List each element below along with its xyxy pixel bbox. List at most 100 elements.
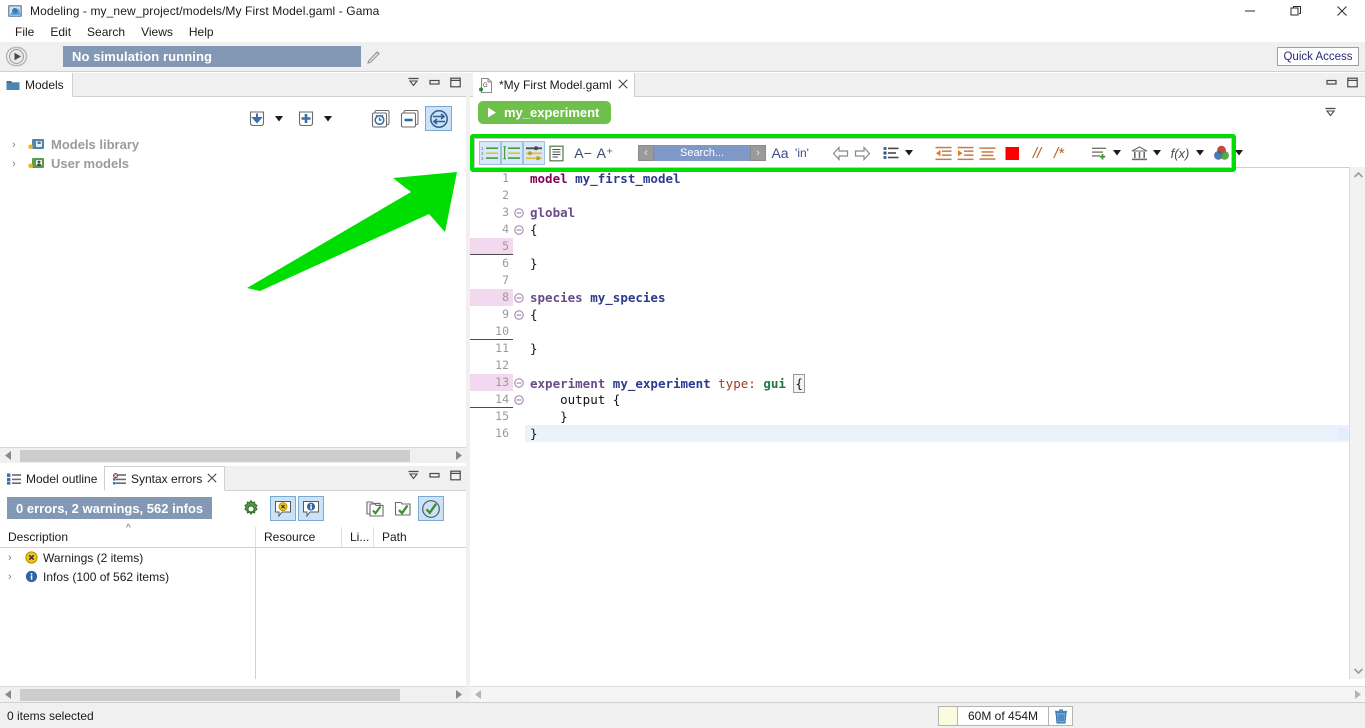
- tab-my-first-model[interactable]: G *My First Model.gaml: [473, 73, 635, 97]
- minimize-icon[interactable]: [1227, 0, 1273, 22]
- folder-check-icon[interactable]: [390, 496, 416, 521]
- close-tab-icon[interactable]: [618, 78, 628, 92]
- code-line[interactable]: {: [525, 221, 1365, 238]
- problems-hscroll-track[interactable]: [16, 687, 450, 703]
- ordered-list-icon[interactable]: [501, 141, 523, 165]
- collapse-icon[interactable]: [1324, 106, 1337, 124]
- code-line[interactable]: [525, 357, 1365, 374]
- fold-toggle-icon[interactable]: [513, 306, 525, 323]
- code-editor[interactable]: 1 2 3 4 5 6 7 8 9 10 11 12 13 14 15 16 model my_first_m…: [470, 167, 1365, 679]
- maximize-view-icon[interactable]: [449, 76, 462, 89]
- problems-hscroll-thumb[interactable]: [20, 688, 400, 701]
- scroll-left-icon[interactable]: [0, 448, 16, 464]
- arrow-left-outline-icon[interactable]: [829, 141, 851, 165]
- scroll-left-icon[interactable]: [470, 687, 486, 703]
- insert-builtin-caret-icon[interactable]: [1150, 141, 1163, 165]
- restore-view-icon[interactable]: [1325, 76, 1338, 89]
- fold-toggle-icon[interactable]: [513, 221, 525, 238]
- new-model-caret-icon[interactable]: [321, 106, 334, 131]
- restore-view-icon[interactable]: [428, 76, 441, 89]
- minimize-view-icon[interactable]: [407, 76, 420, 89]
- sync-arrows-icon[interactable]: [425, 106, 452, 131]
- add-lines-icon[interactable]: [1088, 141, 1110, 165]
- menu-edit[interactable]: Edit: [42, 24, 79, 40]
- minus-stack-icon[interactable]: [396, 106, 423, 131]
- insert-operator-caret-icon[interactable]: [1193, 141, 1206, 165]
- scroll-up-icon[interactable]: [1350, 167, 1365, 183]
- models-hscroll-track[interactable]: [16, 448, 450, 464]
- gear-icon[interactable]: [238, 496, 264, 521]
- arrow-right-outline-icon[interactable]: [851, 141, 873, 165]
- insert-statement-caret-icon[interactable]: [1110, 141, 1123, 165]
- fold-toggle-icon[interactable]: [513, 204, 525, 221]
- code-line[interactable]: global: [525, 204, 1365, 221]
- whole-word-icon[interactable]: 'in': [791, 141, 813, 165]
- indent-icon[interactable]: [954, 141, 976, 165]
- templates-caret-icon[interactable]: [902, 141, 915, 165]
- code-line[interactable]: model my_first_model: [525, 170, 1365, 187]
- font-decrease-icon[interactable]: A−: [572, 141, 594, 165]
- code-line[interactable]: output {: [525, 391, 1365, 408]
- code-line[interactable]: {: [525, 306, 1365, 323]
- insert-color-caret-icon[interactable]: [1232, 141, 1245, 165]
- search-next-button[interactable]: ›: [750, 145, 766, 161]
- scroll-left-icon[interactable]: [0, 687, 16, 703]
- column-header-resource[interactable]: Resource: [256, 527, 342, 547]
- code-line[interactable]: }: [525, 408, 1365, 425]
- numbered-list-icon[interactable]: 1 2 3: [479, 141, 501, 165]
- function-icon[interactable]: f(x): [1167, 141, 1193, 165]
- code-line[interactable]: [525, 238, 1365, 255]
- scroll-right-icon[interactable]: [1349, 687, 1365, 703]
- models-hscroll-thumb[interactable]: [20, 449, 410, 462]
- table-row[interactable]: › Warnings (2 items): [0, 548, 255, 567]
- code-line[interactable]: [525, 323, 1365, 340]
- editor-vscrollbar[interactable]: [1349, 167, 1365, 679]
- import-model-button[interactable]: [243, 106, 270, 131]
- editor-hscrollbar[interactable]: [470, 686, 1365, 702]
- new-model-button[interactable]: [292, 106, 319, 131]
- scroll-right-icon[interactable]: [450, 687, 466, 703]
- column-header-path[interactable]: Path: [374, 527, 466, 547]
- match-case-icon[interactable]: Aa: [769, 141, 791, 165]
- scroll-right-icon[interactable]: [450, 448, 466, 464]
- chevron-right-icon[interactable]: ›: [8, 571, 20, 583]
- maximize-view-icon[interactable]: [1346, 76, 1359, 89]
- close-icon[interactable]: [1319, 0, 1365, 22]
- problems-hscrollbar[interactable]: [0, 686, 466, 702]
- restore-view-icon[interactable]: [428, 469, 441, 482]
- circle-check-icon[interactable]: [418, 496, 444, 521]
- bank-icon[interactable]: [1128, 141, 1150, 165]
- table-row[interactable]: › Infos (100 of 562 items): [0, 567, 255, 586]
- color-circles-icon[interactable]: [1210, 141, 1232, 165]
- fold-column[interactable]: [513, 168, 525, 679]
- code-line[interactable]: }: [525, 255, 1365, 272]
- code-line[interactable]: experiment my_experiment type: gui {: [525, 374, 1365, 393]
- format-lines-icon[interactable]: [976, 141, 998, 165]
- editor-hscroll-track[interactable]: [486, 687, 1349, 703]
- line-comment-icon[interactable]: //: [1026, 141, 1048, 165]
- column-header-description[interactable]: Description ^: [0, 523, 256, 547]
- menu-help[interactable]: Help: [181, 24, 222, 40]
- code-text-area[interactable]: model my_first_model global {} species my_s…: [525, 168, 1365, 679]
- outdent-icon[interactable]: [932, 141, 954, 165]
- maximize-view-icon[interactable]: [449, 469, 462, 482]
- fold-toggle-icon[interactable]: [513, 289, 525, 306]
- code-line[interactable]: species my_species: [525, 289, 1365, 306]
- search-previous-button[interactable]: ‹: [638, 145, 654, 161]
- tree-item-models-library[interactable]: › Models library: [0, 135, 466, 154]
- warning-bubble-icon[interactable]: [270, 496, 296, 521]
- bullet-list-icon[interactable]: [880, 141, 902, 165]
- code-line[interactable]: [525, 187, 1365, 204]
- restore-icon[interactable]: [1273, 0, 1319, 22]
- pencil-icon[interactable]: [366, 49, 382, 65]
- menu-views[interactable]: Views: [133, 24, 181, 40]
- code-line[interactable]: }: [525, 425, 1365, 442]
- chevron-right-icon[interactable]: ›: [12, 139, 22, 151]
- tab-syntax-errors[interactable]: Syntax errors: [104, 466, 226, 491]
- import-model-caret-icon[interactable]: [272, 106, 285, 131]
- play-button-icon[interactable]: [5, 45, 28, 68]
- info-bubble-icon[interactable]: [298, 496, 324, 521]
- chevron-right-icon[interactable]: ›: [12, 158, 22, 170]
- heap-status-widget[interactable]: 60M of 454M: [938, 706, 1074, 726]
- tab-models[interactable]: Models: [0, 73, 73, 97]
